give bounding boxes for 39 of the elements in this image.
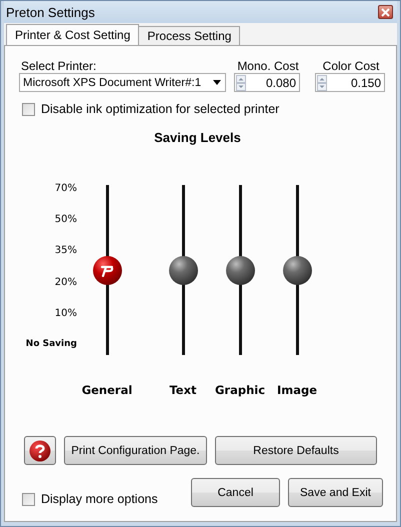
scale-label: 70% [54, 183, 77, 194]
cost-field[interactable]: 0.080 [234, 73, 300, 92]
spin-arrows-icon[interactable] [317, 74, 327, 90]
button[interactable]: Print Configuration Page. [64, 436, 207, 465]
field-label: Color Cost [322, 59, 380, 73]
button[interactable]: Restore Defaults [215, 436, 377, 465]
tab[interactable]: Process Setting [138, 26, 240, 45]
help-button[interactable] [24, 436, 56, 465]
button[interactable]: Save and Exit [288, 478, 383, 507]
close-icon [381, 8, 390, 16]
slider-thumb[interactable] [168, 256, 198, 284]
button[interactable]: Cancel [191, 478, 280, 507]
section-title: Saving Levels [153, 130, 242, 145]
slider-label: Graphic [214, 383, 266, 397]
caret-icon [213, 80, 221, 85]
checkbox-label[interactable]: Display more options [41, 492, 158, 506]
close-button[interactable] [378, 5, 393, 19]
slider-label: General [82, 383, 132, 397]
slider-label: Image [276, 383, 318, 397]
field-label: Select Printer: [21, 59, 98, 73]
scale-label: 20% [54, 276, 77, 288]
scale-label: 35% [54, 245, 77, 256]
tab[interactable]: Printer & Cost Setting [6, 24, 140, 45]
scale-label: 10% [54, 308, 77, 319]
slider-thumb[interactable] [282, 256, 312, 284]
slider-thumb[interactable] [92, 256, 122, 284]
window-title: Preton Settings [6, 4, 95, 20]
spin-arrows-icon[interactable] [236, 74, 246, 90]
cost-field[interactable]: 0.150 [315, 73, 385, 92]
slider-thumb[interactable] [226, 256, 254, 284]
field-label: Mono. Cost [236, 59, 300, 73]
scale-label: 50% [54, 214, 77, 226]
printer-dropdown[interactable]: Microsoft XPS Document Writer#:1 [19, 73, 226, 92]
checkbox[interactable] [22, 102, 35, 116]
slider-label: Text [169, 383, 197, 397]
checkbox-label[interactable]: Disable ink optimization for selected printer [41, 102, 280, 116]
help-icon [29, 440, 51, 462]
checkbox[interactable] [22, 492, 35, 506]
scale-label: No Saving [26, 338, 77, 349]
